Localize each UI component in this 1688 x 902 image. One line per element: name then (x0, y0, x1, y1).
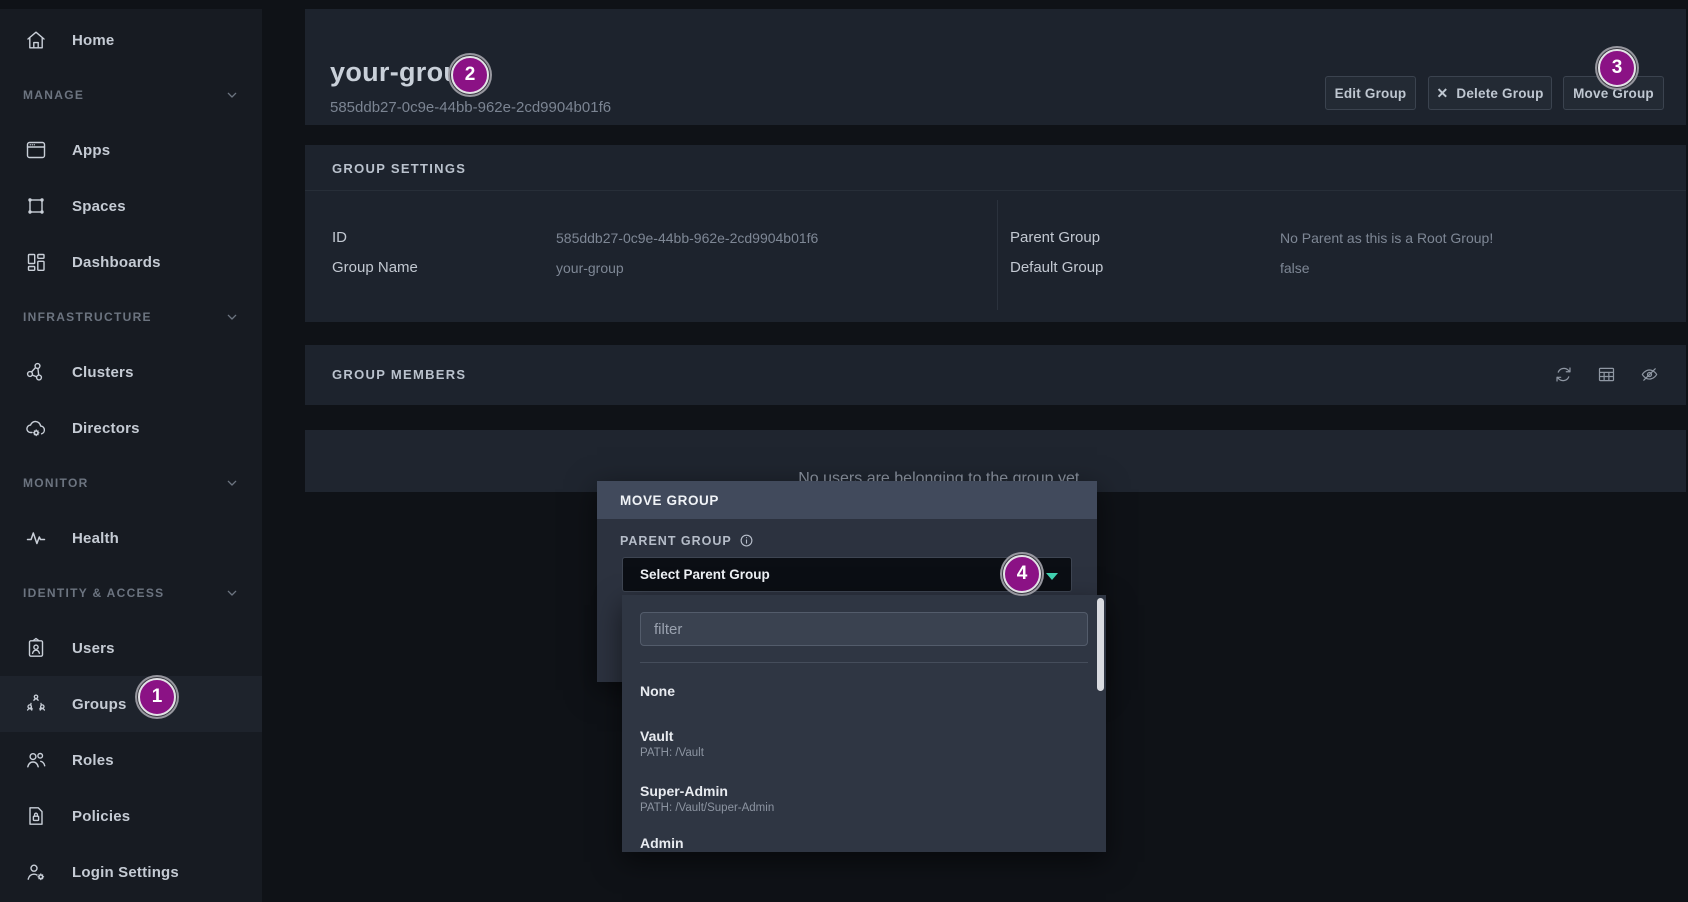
sidebar-section-manage[interactable]: MANAGE (0, 68, 262, 122)
info-icon[interactable] (739, 533, 754, 548)
sidebar-item-clusters[interactable]: Clusters (0, 344, 262, 400)
scrollbar-thumb[interactable] (1097, 598, 1104, 691)
sidebar-item-health[interactable]: Health (0, 510, 262, 566)
id-label: ID (332, 229, 347, 246)
sidebar: Home MANAGE Apps Spaces Dashboards INFRA… (0, 9, 262, 902)
default-group-label: Default Group (1010, 259, 1103, 276)
sidebar-item-apps[interactable]: Apps (0, 122, 262, 178)
sidebar-item-label: Login Settings (72, 864, 179, 881)
sidebar-item-label: Users (72, 640, 115, 657)
sidebar-item-label: Policies (72, 808, 130, 825)
sidebar-item-label: Directors (72, 420, 140, 437)
vertical-divider (997, 200, 998, 310)
filter-input[interactable] (640, 612, 1088, 646)
sidebar-section-label: MONITOR (23, 476, 89, 490)
group-settings-panel: GROUP SETTINGS ID 585ddb27-0c9e-44bb-962… (305, 145, 1686, 322)
chevron-down-icon (224, 585, 240, 601)
sidebar-section-infrastructure[interactable]: INFRASTRUCTURE (0, 290, 262, 344)
groups-icon (24, 692, 48, 716)
default-group-value: false (1280, 260, 1310, 276)
sidebar-item-users[interactable]: Users (0, 620, 262, 676)
spaces-icon (24, 194, 48, 218)
sidebar-section-label: INFRASTRUCTURE (23, 310, 152, 324)
annotation-badge-1: 1 (138, 678, 176, 716)
group-members-bar: GROUP MEMBERS (305, 345, 1686, 405)
sidebar-item-label: Dashboards (72, 254, 161, 271)
group-name-value: your-group (556, 260, 624, 276)
sidebar-item-roles[interactable]: Roles (0, 732, 262, 788)
login-settings-icon (24, 860, 48, 884)
id-value: 585ddb27-0c9e-44bb-962e-2cd9904b01f6 (556, 230, 818, 246)
table-icon[interactable] (1596, 364, 1617, 385)
sidebar-item-policies[interactable]: Policies (0, 788, 262, 844)
group-settings-title: GROUP SETTINGS (332, 161, 466, 176)
dropdown-option-vault-path: PATH: /Vault (640, 747, 704, 759)
sidebar-item-label: Groups (72, 696, 127, 713)
policies-icon (24, 804, 48, 828)
edit-group-label: Edit Group (1335, 86, 1407, 101)
sidebar-item-label: Health (72, 530, 119, 547)
group-members-title: GROUP MEMBERS (332, 367, 466, 382)
sidebar-item-dashboards[interactable]: Dashboards (0, 234, 262, 290)
sidebar-item-label: Roles (72, 752, 114, 769)
annotation-badge-3: 3 (1598, 49, 1636, 87)
apps-icon (24, 138, 48, 162)
sidebar-section-label: IDENTITY & ACCESS (23, 586, 164, 600)
modal-title: MOVE GROUP (620, 493, 719, 508)
annotation-badge-2: 2 (451, 56, 489, 94)
parent-group-field-text: PARENT GROUP (620, 534, 732, 548)
sidebar-item-spaces[interactable]: Spaces (0, 178, 262, 234)
group-name-label: Group Name (332, 259, 418, 276)
clusters-icon (24, 360, 48, 384)
parent-group-dropdown: None Vault PATH: /Vault Super-Admin PATH… (622, 595, 1106, 852)
sidebar-section-identity-access[interactable]: IDENTITY & ACCESS (0, 566, 262, 620)
chevron-down-icon (224, 309, 240, 325)
group-uuid: 585ddb27-0c9e-44bb-962e-2cd9904b01f6 (330, 99, 611, 116)
move-group-label: Move Group (1573, 86, 1654, 101)
group-header-panel: your-group 585ddb27-0c9e-44bb-962e-2cd99… (305, 9, 1686, 125)
dropdown-option-none[interactable]: None (640, 683, 675, 699)
delete-group-button[interactable]: ✕ Delete Group (1428, 76, 1552, 110)
annotation-badge-4: 4 (1003, 555, 1041, 593)
dropdown-option-vault[interactable]: Vault (640, 728, 673, 744)
health-icon (24, 526, 48, 550)
edit-group-button[interactable]: Edit Group (1325, 76, 1416, 110)
sidebar-item-login-settings[interactable]: Login Settings (0, 844, 262, 900)
divider (305, 190, 1686, 191)
refresh-icon[interactable] (1553, 364, 1574, 385)
sidebar-item-groups[interactable]: Groups (0, 676, 262, 732)
eye-off-icon[interactable] (1639, 364, 1660, 385)
dropdown-option-super-admin-path: PATH: /Vault/Super-Admin (640, 802, 774, 814)
delete-group-label: Delete Group (1456, 86, 1543, 101)
sidebar-item-label: Spaces (72, 198, 126, 215)
directors-icon (24, 416, 48, 440)
parent-group-field-label: PARENT GROUP (620, 533, 754, 548)
members-toolbar (1553, 364, 1660, 385)
sidebar-section-label: MANAGE (23, 88, 84, 102)
sidebar-item-label: Clusters (72, 364, 134, 381)
divider (640, 662, 1088, 663)
chevron-down-icon (224, 87, 240, 103)
chevron-down-icon (1046, 573, 1058, 580)
dropdown-option-admin[interactable]: Admin (640, 835, 684, 851)
home-icon (24, 28, 48, 52)
sidebar-item-home[interactable]: Home (0, 12, 262, 68)
sidebar-item-directors[interactable]: Directors (0, 400, 262, 456)
users-icon (24, 636, 48, 660)
roles-icon (24, 748, 48, 772)
parent-group-label: Parent Group (1010, 229, 1100, 246)
parent-group-value: No Parent as this is a Root Group! (1280, 230, 1493, 246)
dropdown-option-super-admin[interactable]: Super-Admin (640, 783, 728, 799)
select-value: Select Parent Group (640, 567, 770, 582)
modal-header: MOVE GROUP (597, 481, 1097, 519)
chevron-down-icon (224, 475, 240, 491)
sidebar-section-monitor[interactable]: MONITOR (0, 456, 262, 510)
close-icon: ✕ (1436, 85, 1448, 102)
sidebar-item-label: Home (72, 32, 114, 49)
sidebar-item-label: Apps (72, 142, 110, 159)
dashboards-icon (24, 250, 48, 274)
